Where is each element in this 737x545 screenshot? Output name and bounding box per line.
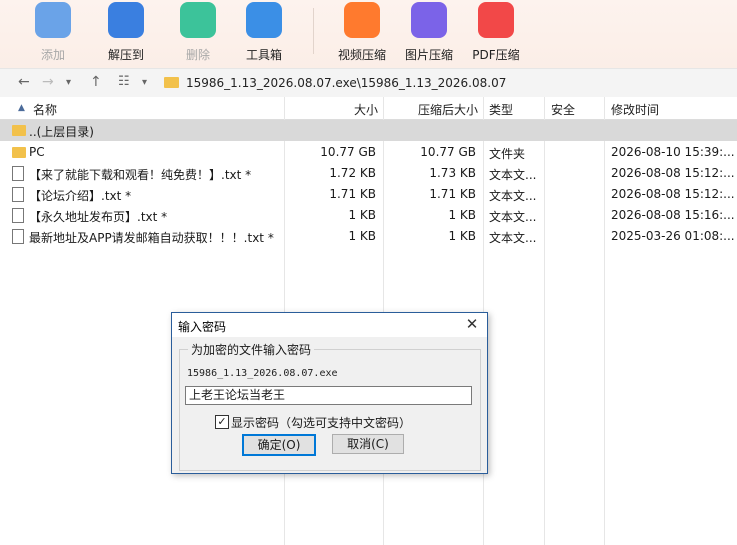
row-name: ..(上层目录) xyxy=(29,125,94,139)
sort-up-icon: ▲ xyxy=(18,103,25,113)
row-size: 1.72 KB xyxy=(329,166,376,180)
table-row[interactable]: 【论坛介绍】.txt * 1.71 KB 1.71 KB 文本文... 2026… xyxy=(0,184,737,205)
text-file-icon xyxy=(12,166,24,181)
cancel-button[interactable]: 取消(C) xyxy=(332,434,404,454)
video-icon xyxy=(344,2,380,38)
row-modified: 2026-08-08 15:12:... xyxy=(611,166,735,180)
close-icon[interactable]: ✕ xyxy=(462,315,482,335)
row-name: 【来了就能下载和观看！纯免费！】.txt * xyxy=(29,168,252,182)
add-button[interactable]: 添加 xyxy=(21,0,85,68)
row-size: 10.77 GB xyxy=(320,145,376,159)
back-arrow-icon[interactable]: ← xyxy=(18,74,30,90)
row-name: PC xyxy=(29,145,45,159)
recycle-icon xyxy=(180,2,216,38)
row-packed: 1 KB xyxy=(448,229,476,243)
show-password-checkbox[interactable]: ✓ xyxy=(215,415,229,429)
image-icon xyxy=(411,2,447,38)
column-packed-size[interactable]: 压缩后大小 xyxy=(385,101,478,118)
pdf-icon xyxy=(478,2,514,38)
row-type: 文本文... xyxy=(489,168,537,182)
column-modified[interactable]: 修改时间 xyxy=(611,101,659,118)
address-path[interactable]: 15986_1.13_2026.08.07.exe\15986_1.13_202… xyxy=(186,76,506,90)
image-compress-label: 图片压缩 xyxy=(404,48,453,62)
password-dialog: 输入密码 ✕ 为加密的文件输入密码 15986_1.13_2026.08.07.… xyxy=(171,312,488,474)
ok-button[interactable]: 确定(O) xyxy=(242,434,316,456)
address-bar: ← → ▾ ↑ ☷ ▾ 15986_1.13_2026.08.07.exe\15… xyxy=(0,68,737,99)
delete-button[interactable]: 删除 xyxy=(166,0,230,68)
text-file-icon xyxy=(12,229,24,244)
tools-button[interactable]: 工具箱 xyxy=(232,0,296,68)
dialog-title: 输入密码 xyxy=(178,320,227,334)
table-row[interactable]: PC 10.77 GB 10.77 GB 文件夹 2026-08-10 15:3… xyxy=(0,142,737,163)
column-type[interactable]: 类型 xyxy=(489,101,513,118)
pdf-compress-button[interactable]: PDF压缩 xyxy=(464,0,528,68)
folder-icon xyxy=(12,125,26,136)
column-size[interactable]: 大小 xyxy=(300,101,378,118)
folder-icon xyxy=(12,147,26,158)
video-compress-button[interactable]: 视频压缩 xyxy=(330,0,394,68)
table-row[interactable]: 【永久地址发布页】.txt * 1 KB 1 KB 文本文... 2026-08… xyxy=(0,205,737,226)
column-name[interactable]: 名称 xyxy=(33,101,57,118)
group-title: 为加密的文件输入密码 xyxy=(188,341,315,358)
up-arrow-icon[interactable]: ↑ xyxy=(90,74,102,90)
row-modified: 2026-08-08 15:12:... xyxy=(611,187,735,201)
forward-arrow-icon[interactable]: → xyxy=(42,74,54,90)
column-security[interactable]: 安全 xyxy=(551,101,575,118)
row-modified: 2025-03-26 01:08:... xyxy=(611,229,735,243)
password-group: 为加密的文件输入密码 15986_1.13_2026.08.07.exe 上老王… xyxy=(179,341,481,471)
row-modified: 2026-08-08 15:16:... xyxy=(611,208,735,222)
row-packed: 1 KB xyxy=(448,208,476,222)
toolbox-icon xyxy=(246,2,282,38)
image-compress-button[interactable]: 图片压缩 xyxy=(397,0,461,68)
video-compress-label: 视频压缩 xyxy=(337,48,386,62)
row-name: 最新地址及APP请发邮箱自动获取！！！.txt * xyxy=(29,231,274,245)
file-list-header: ▲ 名称 大小 压缩后大小 类型 安全 修改时间 xyxy=(0,97,737,120)
chevron-down-icon[interactable]: ▾ xyxy=(66,77,71,88)
row-type: 文件夹 xyxy=(489,147,526,161)
row-packed: 1.73 KB xyxy=(429,166,476,180)
archive-filename: 15986_1.13_2026.08.07.exe xyxy=(187,368,338,379)
row-type: 文本文... xyxy=(489,189,537,203)
table-row-parent[interactable]: ..(上层目录) xyxy=(0,120,737,141)
row-packed: 10.77 GB xyxy=(420,145,476,159)
pdf-compress-label: PDF压缩 xyxy=(472,48,520,62)
row-name: 【永久地址发布页】.txt * xyxy=(29,210,168,224)
add-button-label: 添加 xyxy=(40,48,65,62)
view-mode-icon[interactable]: ☷ xyxy=(118,74,130,89)
tools-button-label: 工具箱 xyxy=(245,48,282,62)
table-row[interactable]: 最新地址及APP请发邮箱自动获取！！！.txt * 1 KB 1 KB 文本文.… xyxy=(0,226,737,247)
row-modified: 2026-08-10 15:39:... xyxy=(611,145,735,159)
dialog-titlebar: 输入密码 ✕ xyxy=(172,313,487,337)
folder-icon xyxy=(164,77,179,88)
text-file-icon xyxy=(12,208,24,223)
password-input[interactable]: 上老王论坛当老王 xyxy=(185,386,472,405)
view-dropdown-icon[interactable]: ▾ xyxy=(142,77,147,88)
extract-button-label: 解压到 xyxy=(107,48,144,62)
row-size: 1 KB xyxy=(348,208,376,222)
add-archive-icon xyxy=(35,2,71,38)
row-size: 1.71 KB xyxy=(329,187,376,201)
row-name: 【论坛介绍】.txt * xyxy=(29,189,132,203)
show-password-label: 显示密码（勾选可支持中文密码） xyxy=(231,416,412,430)
row-type: 文本文... xyxy=(489,231,537,245)
row-size: 1 KB xyxy=(348,229,376,243)
delete-button-label: 删除 xyxy=(185,48,210,62)
row-type: 文本文... xyxy=(489,210,537,224)
table-row[interactable]: 【来了就能下载和观看！纯免费！】.txt * 1.72 KB 1.73 KB 文… xyxy=(0,163,737,184)
toolbar: 添加 解压到 删除 工具箱 视频压缩 图片压缩 PDF压缩 xyxy=(0,0,737,68)
text-file-icon xyxy=(12,187,24,202)
row-packed: 1.71 KB xyxy=(429,187,476,201)
toolbar-divider xyxy=(313,8,314,54)
extract-button[interactable]: 解压到 xyxy=(94,0,158,68)
extract-icon xyxy=(108,2,144,38)
